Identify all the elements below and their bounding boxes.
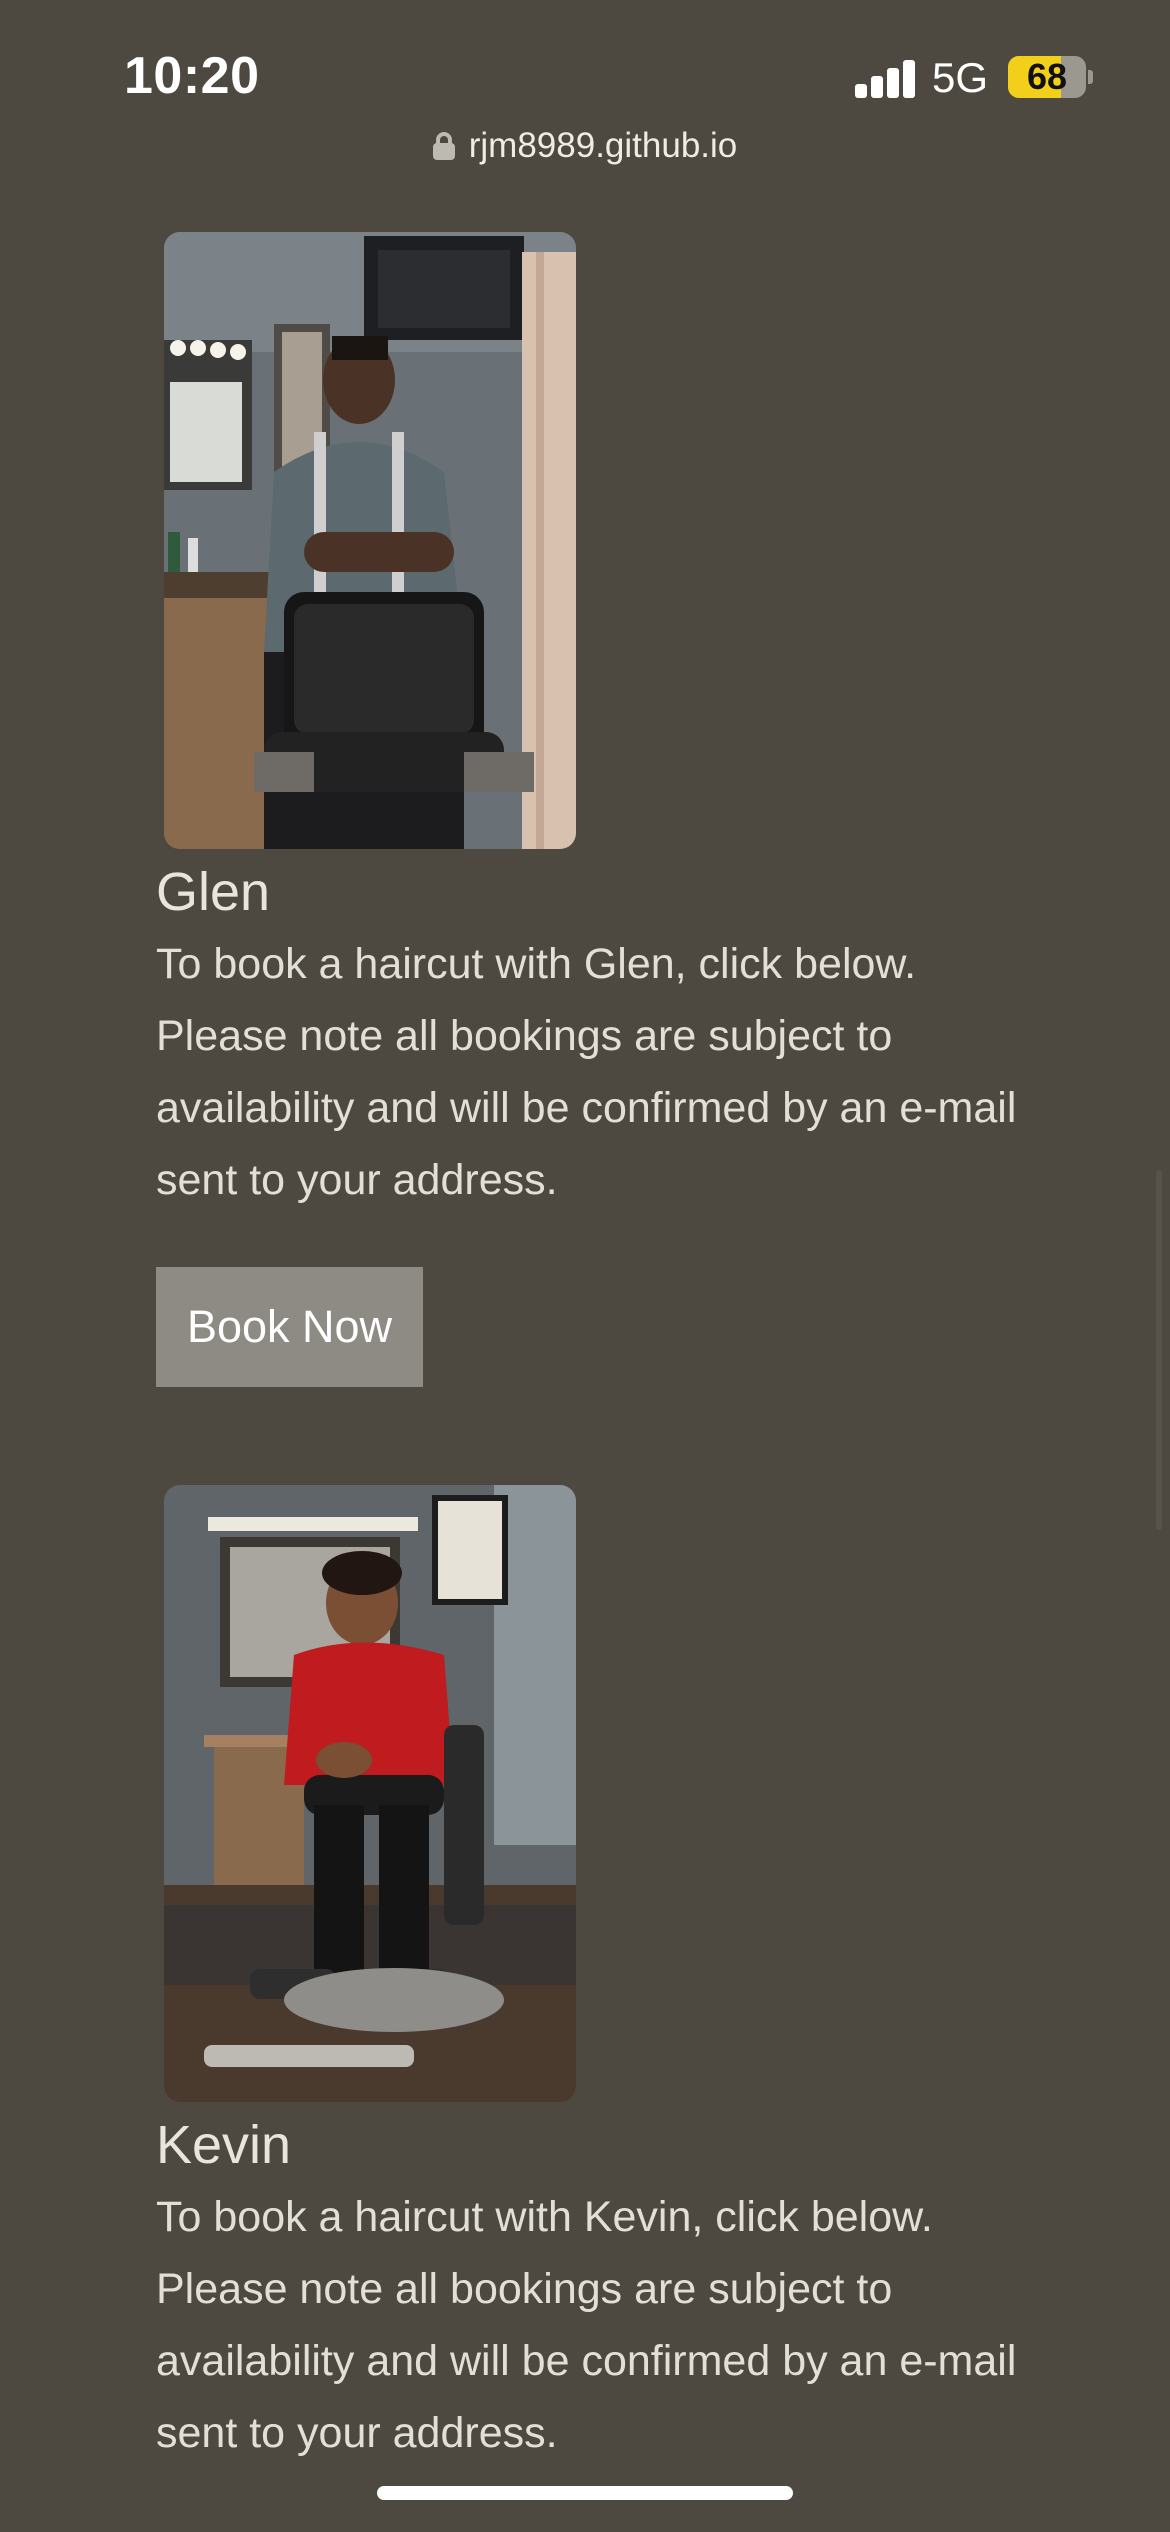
battery-level: 68 <box>1026 56 1068 97</box>
status-bar: 10:20 5G 68 <box>0 0 1170 140</box>
url-text: rjm8989.github.io <box>468 126 738 165</box>
status-time: 10:20 <box>124 47 260 105</box>
barber-name-glen: Glen <box>156 862 271 922</box>
network-type: 5G <box>932 54 989 101</box>
url-bar[interactable]: rjm8989.github.io <box>0 126 1170 166</box>
signal-bars-icon <box>855 58 917 98</box>
scrollbar[interactable] <box>1156 1170 1162 1530</box>
barber-description-kevin: To book a haircut with Kevin, click belo… <box>156 2193 1017 2457</box>
home-indicator[interactable] <box>377 2486 793 2500</box>
screen: 10:20 5G 68 rjm8989.github.io Glen To bo… <box>0 0 1170 2532</box>
barber-description-glen: To book a haircut with Glen, click below… <box>156 940 1017 1204</box>
lock-icon <box>432 132 455 160</box>
barber-photo-kevin <box>164 1485 576 2102</box>
battery-icon: 68 <box>1008 56 1086 98</box>
battery-cap <box>1088 70 1093 84</box>
book-now-button-glen[interactable]: Book Now <box>156 1267 423 1387</box>
barber-photo-glen <box>164 232 576 849</box>
barber-name-kevin: Kevin <box>156 2115 292 2175</box>
